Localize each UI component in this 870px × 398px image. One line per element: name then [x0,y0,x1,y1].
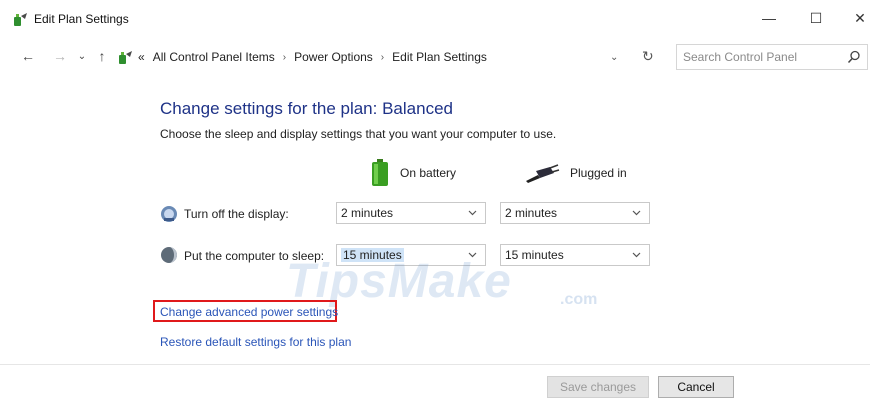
page-title: Change settings for the plan: Balanced [160,99,453,118]
plugged-column-label: Plugged in [570,166,627,180]
search-input[interactable] [683,50,843,64]
title-bar: Edit Plan Settings — ☐ ✕ [0,0,870,36]
page-description: Choose the sleep and display settings th… [160,127,557,141]
advanced-settings-link[interactable]: Change advanced power settings [160,305,338,319]
breadcrumb-item-power-options[interactable]: Power Options [294,50,373,64]
footer-divider [0,364,870,365]
minimize-button[interactable]: — [749,6,789,30]
select-value: 2 minutes [505,206,558,220]
sleep-plugged-select[interactable]: 15 minutes [500,244,650,266]
display-timeout-label: Turn off the display: [184,207,289,221]
recent-locations-button[interactable]: ⌄ [74,51,90,62]
forward-button[interactable]: → [52,48,68,64]
chevron-down-icon [468,210,477,216]
chevron-down-icon [632,252,641,258]
display-icon [161,206,177,222]
breadcrumb-separator[interactable]: › [381,52,384,63]
search-icon[interactable] [847,50,861,64]
address-dropdown-button[interactable]: ⌄ [610,52,618,63]
breadcrumb-item-edit-plan[interactable]: Edit Plan Settings [392,50,487,64]
close-button[interactable]: ✕ [840,6,870,30]
select-value: 2 minutes [341,206,394,220]
save-changes-button[interactable]: Save changes [547,376,649,398]
sleep-icon [161,247,177,263]
watermark-suffix: .com [560,291,598,308]
power-options-icon [119,51,132,64]
window-title: Edit Plan Settings [34,12,129,26]
power-plug-icon [526,164,560,183]
display-battery-select[interactable]: 2 minutes [336,202,486,224]
maximize-button[interactable]: ☐ [796,6,836,30]
battery-icon [372,159,388,186]
battery-column-header: On battery [370,158,456,188]
power-options-icon [14,13,27,26]
display-plugged-select[interactable]: 2 minutes [500,202,650,224]
up-button[interactable]: ↑ [94,48,110,64]
address-bar: ← → ⌄ ↑ « All Control Panel Items › Powe… [0,40,870,74]
breadcrumb-overflow[interactable]: « [138,50,145,64]
breadcrumb: « All Control Panel Items › Power Option… [138,50,487,64]
cancel-button[interactable]: Cancel [658,376,734,398]
breadcrumb-item-control-panel[interactable]: All Control Panel Items [153,50,275,64]
restore-defaults-link[interactable]: Restore default settings for this plan [160,335,351,349]
breadcrumb-separator[interactable]: › [283,52,286,63]
search-box[interactable] [676,44,868,70]
chevron-down-icon [632,210,641,216]
plugged-column-header: Plugged in [524,158,627,188]
back-button[interactable]: ← [20,48,36,64]
select-value: 15 minutes [505,248,564,262]
refresh-button[interactable]: ↻ [642,48,654,65]
battery-column-label: On battery [400,166,457,180]
